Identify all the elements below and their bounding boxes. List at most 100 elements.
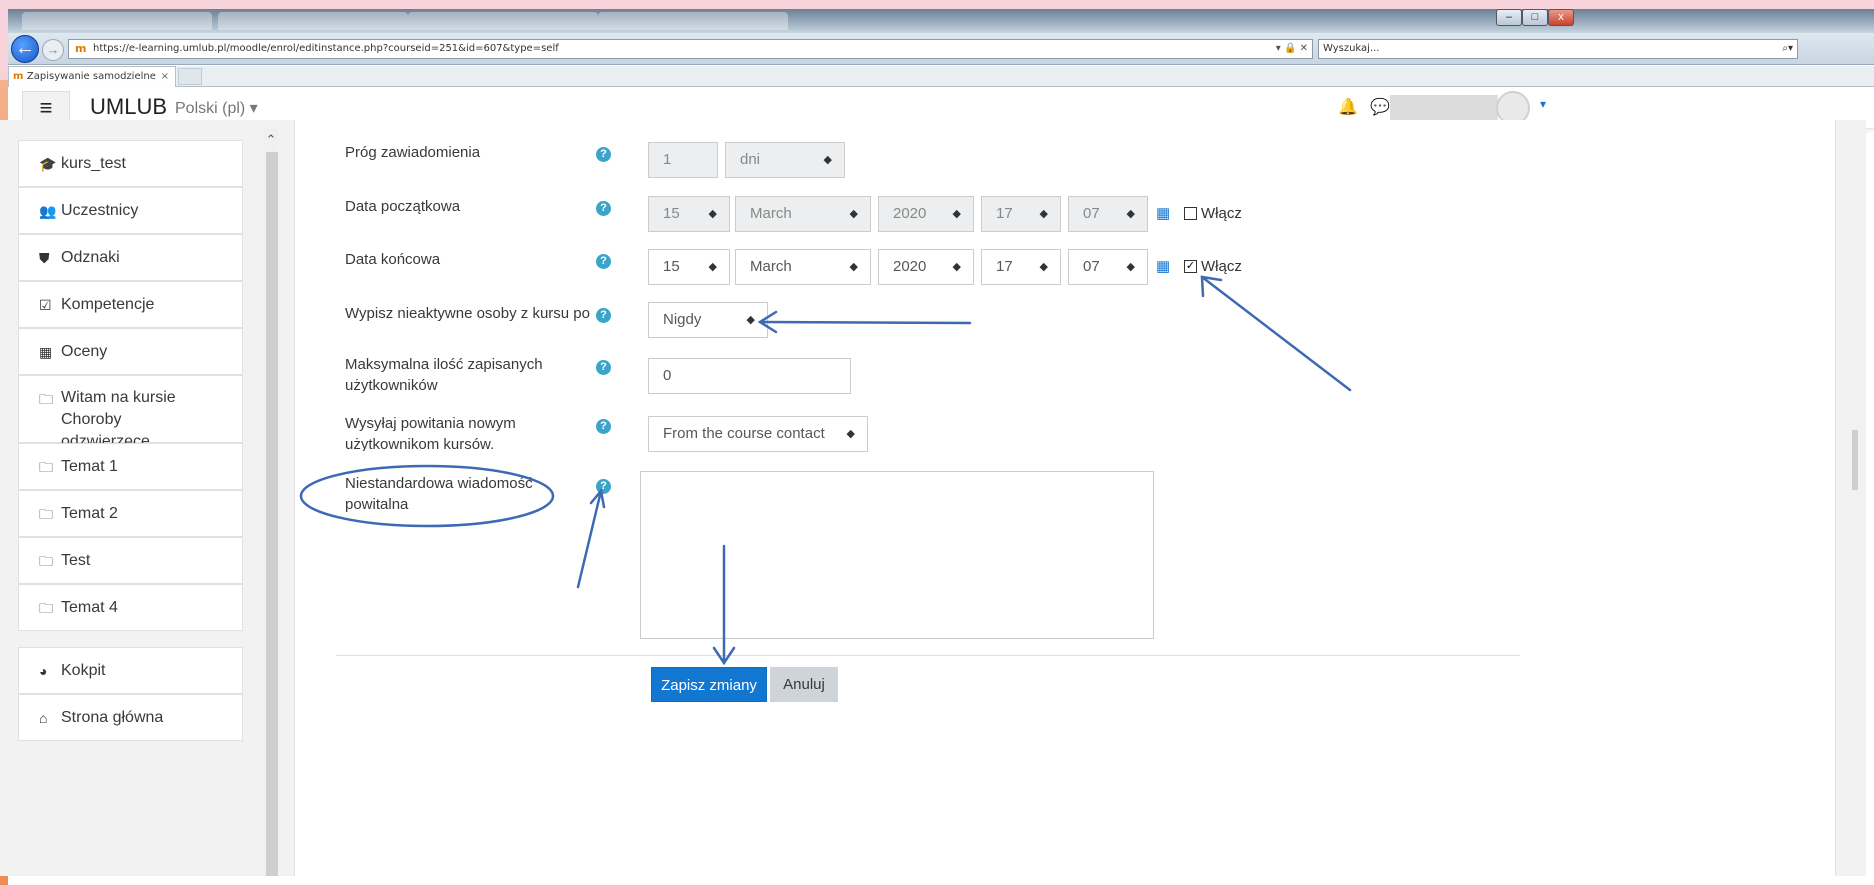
help-icon[interactable]: ? xyxy=(596,308,611,323)
tab-bar: m Zapisywanie samodzielne × xyxy=(8,66,1874,87)
home-icon: ⌂ xyxy=(39,710,48,726)
site-brand[interactable]: UMLUB xyxy=(90,94,167,120)
end-hour-select[interactable]: 17 ◆ xyxy=(981,249,1061,285)
start-month-select[interactable]: March ◆ xyxy=(735,196,871,232)
graduation-cap-icon: 🎓 xyxy=(39,156,57,172)
select-value: 15 xyxy=(663,258,680,275)
sidebar-item-topic-4[interactable]: 🗀 Temat 4 xyxy=(18,584,243,631)
sidebar-item-welcome-section[interactable]: 🗀 Witam na kursie Choroby odzwierzęce xyxy=(18,375,243,450)
search-icon[interactable]: ⌕▾ xyxy=(1782,40,1793,58)
tab-close-icon[interactable]: × xyxy=(161,67,169,86)
max-enrolled-label-line1: Maksymalna ilość zapisanych xyxy=(345,356,543,373)
help-icon[interactable]: ? xyxy=(596,360,611,375)
sidebar-item-competencies[interactable]: ☑ Kompetencje xyxy=(18,281,243,328)
user-menu-chevron-down-icon[interactable]: ▾ xyxy=(1540,97,1546,111)
end-date-enable-checkbox[interactable]: ✓ xyxy=(1184,260,1197,273)
page-scrollbar-thumb[interactable] xyxy=(1852,430,1858,490)
background-tab[interactable] xyxy=(218,12,408,30)
language-selector[interactable]: Polski (pl) ▾ xyxy=(175,98,258,118)
select-value: 17 xyxy=(996,258,1013,275)
notify-threshold-input[interactable]: 1 xyxy=(648,142,718,178)
tab-active[interactable]: m Zapisywanie samodzielne × xyxy=(8,66,176,87)
send-welcome-label: Wysyłaj powitania nowym użytkownikom kurs… xyxy=(345,413,585,451)
notification-bell-icon[interactable]: 🔔 xyxy=(1338,97,1358,117)
sidebar-item-dashboard[interactable]: ◕ Kokpit xyxy=(18,647,243,694)
unenrol-inactive-select[interactable]: Nigdy ◆ xyxy=(648,302,768,338)
scroll-up-icon[interactable]: ⌃ xyxy=(264,132,278,148)
select-value: 2020 xyxy=(893,205,927,222)
new-tab-button[interactable] xyxy=(178,68,202,85)
select-value: 07 xyxy=(1083,258,1100,275)
select-value: From the course contact xyxy=(663,425,825,442)
start-minute-select[interactable]: 07 ◆ xyxy=(1068,196,1148,232)
sidebar-item-label: Odznaki xyxy=(61,249,120,266)
folder-icon: 🗀 xyxy=(39,506,53,522)
help-icon[interactable]: ? xyxy=(596,201,611,216)
sidebar-item-topic-2[interactable]: 🗀 Temat 2 xyxy=(18,490,243,537)
start-date-enable-checkbox[interactable] xyxy=(1184,207,1197,220)
select-arrows-icon: ◆ xyxy=(849,208,858,220)
help-icon[interactable]: ? xyxy=(596,479,611,494)
start-day-select[interactable]: 15 ◆ xyxy=(648,196,730,232)
sidebar-item-course[interactable]: 🎓 kurs_test xyxy=(18,140,243,187)
url-text: https://e-learning.umlub.pl/moodle/enrol… xyxy=(93,43,559,54)
folder-icon: 🗀 xyxy=(39,391,53,407)
address-bar[interactable]: m https://e-learning.umlub.pl/moodle/enr… xyxy=(68,39,1313,59)
dashboard-icon: ◕ xyxy=(39,663,48,679)
select-arrows-icon: ◆ xyxy=(1039,261,1048,273)
address-controls-icon[interactable]: ▾ 🔒 ✕ xyxy=(1276,40,1308,58)
background-tab[interactable] xyxy=(408,12,598,30)
select-arrows-icon: ◆ xyxy=(952,261,961,273)
send-welcome-select[interactable]: From the course contact ◆ xyxy=(648,416,868,452)
back-button[interactable]: ← xyxy=(11,35,39,63)
background-tab[interactable] xyxy=(598,12,788,30)
end-date-enable-label: Włącz xyxy=(1201,258,1242,275)
sidebar-scrollbar[interactable]: ⌃ xyxy=(264,128,278,876)
scrollbar-thumb[interactable] xyxy=(266,152,278,876)
sidebar-item-badges[interactable]: ⛊ Odznaki xyxy=(18,234,243,281)
start-date-label: Data początkowa xyxy=(345,198,461,215)
end-day-select[interactable]: 15 ◆ xyxy=(648,249,730,285)
sidebar-item-label: Kompetencje xyxy=(61,296,155,313)
end-minute-select[interactable]: 07 ◆ xyxy=(1068,249,1148,285)
calendar-icon[interactable]: ▦ xyxy=(1156,257,1170,275)
messages-icon[interactable]: 💬 xyxy=(1370,97,1390,117)
unenrol-inactive-label: Wypisz nieaktywne osoby z kursu po xyxy=(345,305,590,322)
cancel-button[interactable]: Anuluj xyxy=(770,667,838,702)
end-month-select[interactable]: March ◆ xyxy=(735,249,871,285)
form-divider xyxy=(336,655,1520,656)
forward-button[interactable]: → xyxy=(42,39,64,61)
max-enrolled-input[interactable]: 0 xyxy=(648,358,851,394)
background-tab[interactable] xyxy=(22,12,212,30)
notify-threshold-unit-select[interactable]: dni ◆ xyxy=(725,142,845,178)
send-welcome-label-line2: użytkownikom kursów. xyxy=(345,436,495,451)
folder-icon: 🗀 xyxy=(39,600,53,616)
calendar-icon[interactable]: ▦ xyxy=(1156,204,1170,222)
custom-welcome-label-line2: powitalna xyxy=(345,496,409,513)
sidebar-item-test[interactable]: 🗀 Test xyxy=(18,537,243,584)
end-year-select[interactable]: 2020 ◆ xyxy=(878,249,974,285)
users-icon: 👥 xyxy=(39,203,57,219)
custom-welcome-textarea[interactable] xyxy=(640,471,1154,639)
send-welcome-label-line1: Wysyłaj powitania nowym xyxy=(345,415,516,432)
sidebar-item-topic-1[interactable]: 🗀 Temat 1 xyxy=(18,443,243,490)
sidebar-item-grades[interactable]: ▦ Oceny xyxy=(18,328,243,375)
search-input[interactable]: Wyszukaj... ⌕▾ xyxy=(1318,39,1798,59)
help-icon[interactable]: ? xyxy=(596,147,611,162)
folder-icon: 🗀 xyxy=(39,553,53,569)
select-arrows-icon: ◆ xyxy=(708,208,717,220)
select-arrows-icon: ◆ xyxy=(1126,261,1135,273)
save-button[interactable]: Zapisz zmiany xyxy=(651,667,767,702)
maximize-button[interactable]: □ xyxy=(1522,9,1548,26)
minimize-button[interactable]: – xyxy=(1496,9,1522,26)
help-icon[interactable]: ? xyxy=(596,419,611,434)
close-window-button[interactable]: x xyxy=(1548,9,1574,26)
help-icon[interactable]: ? xyxy=(596,254,611,269)
select-arrows-icon: ◆ xyxy=(849,261,858,273)
sidebar-item-home[interactable]: ⌂ Strona główna xyxy=(18,694,243,741)
user-name-redacted[interactable] xyxy=(1390,95,1498,121)
start-year-select[interactable]: 2020 ◆ xyxy=(878,196,974,232)
sidebar-item-label: Oceny xyxy=(61,343,108,360)
start-hour-select[interactable]: 17 ◆ xyxy=(981,196,1061,232)
sidebar-item-participants[interactable]: 👥 Uczestnicy xyxy=(18,187,243,234)
